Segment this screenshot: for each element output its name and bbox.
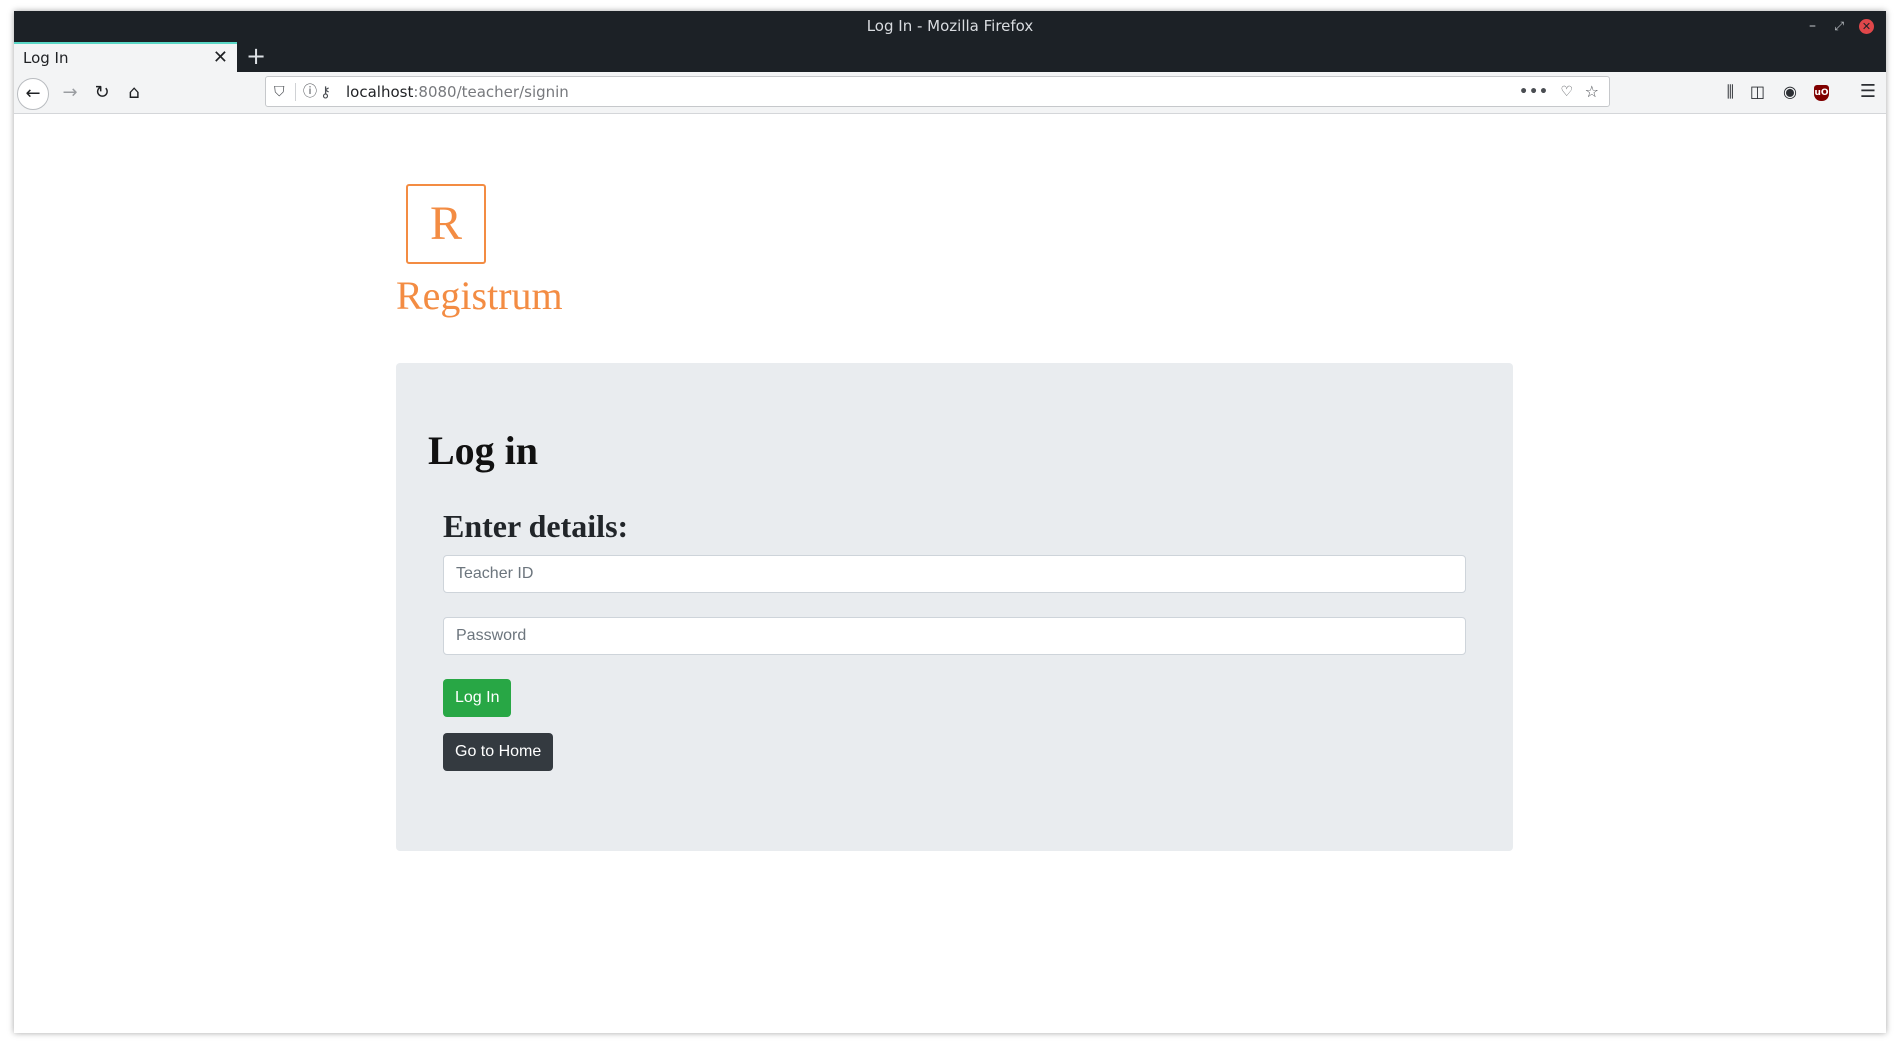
library-icon[interactable]: ⫼ (1727, 80, 1734, 104)
close-window-icon[interactable]: ✕ (1859, 19, 1874, 34)
logo: R (406, 184, 486, 264)
reload-button[interactable]: ↻ (86, 76, 118, 110)
home-button[interactable]: ⌂ (118, 76, 150, 110)
login-card: Log in Enter details: Log In Go to Home (396, 363, 1513, 851)
log-in-button[interactable]: Log In (443, 679, 512, 717)
brand-name: Registrum (396, 273, 563, 318)
bookmark-star-icon[interactable]: ☆ (1585, 80, 1599, 104)
logo-letter: R (429, 197, 462, 250)
back-button[interactable]: ← (17, 78, 49, 110)
url-bar[interactable]: ⛉ ⓘ ⚷ localhost:8080/teacher/signin ••• … (265, 76, 1610, 107)
go-to-home-button[interactable]: Go to Home (443, 733, 554, 771)
account-icon[interactable]: ◉ (1783, 80, 1797, 104)
teacher-id-input[interactable] (443, 555, 1466, 593)
url-path: :8080/teacher/signin (413, 83, 569, 101)
url-text[interactable]: localhost:8080/teacher/signin (346, 83, 569, 101)
url-host: localhost (346, 83, 414, 101)
forward-button[interactable]: → (54, 76, 86, 110)
tab-title: Log In (23, 49, 69, 67)
new-tab-icon[interactable]: + (246, 41, 266, 71)
page-title: Log in (428, 428, 539, 473)
maximize-icon[interactable]: ⤢ (1834, 11, 1844, 41)
browser-window: Log In - Mozilla Firefox – ⤢ ✕ Log In ✕ … (14, 11, 1886, 1033)
url-divider (295, 83, 296, 101)
tab-close-icon[interactable]: ✕ (213, 47, 228, 68)
form-heading: Enter details: (443, 508, 629, 544)
minimize-icon[interactable]: – (1809, 11, 1816, 41)
site-info-icon[interactable]: ⓘ (303, 80, 317, 104)
sidebar-icon[interactable]: ◫ (1750, 80, 1765, 104)
pocket-icon[interactable]: ♡ (1560, 80, 1573, 104)
key-icon[interactable]: ⚷ (320, 80, 331, 104)
page-actions-icon[interactable]: ••• (1519, 80, 1549, 104)
page-content: R Registrum Log in Enter details: Log In… (14, 114, 1886, 1033)
tracking-shield-icon[interactable]: ⛉ (274, 80, 285, 104)
ublock-icon[interactable]: uO (1814, 85, 1829, 101)
title-bar: Log In - Mozilla Firefox – ⤢ ✕ (14, 11, 1886, 41)
window-title: Log In - Mozilla Firefox (866, 17, 1034, 35)
navigation-toolbar: ← → ↻ ⌂ ⛉ ⓘ ⚷ localhost:8080/teacher/sig… (14, 72, 1886, 114)
password-input[interactable] (443, 617, 1466, 655)
tab-strip: Log In ✕ + (14, 41, 1886, 72)
menu-icon[interactable]: ☰ (1860, 80, 1876, 104)
tab-log-in[interactable]: Log In ✕ (14, 42, 237, 72)
